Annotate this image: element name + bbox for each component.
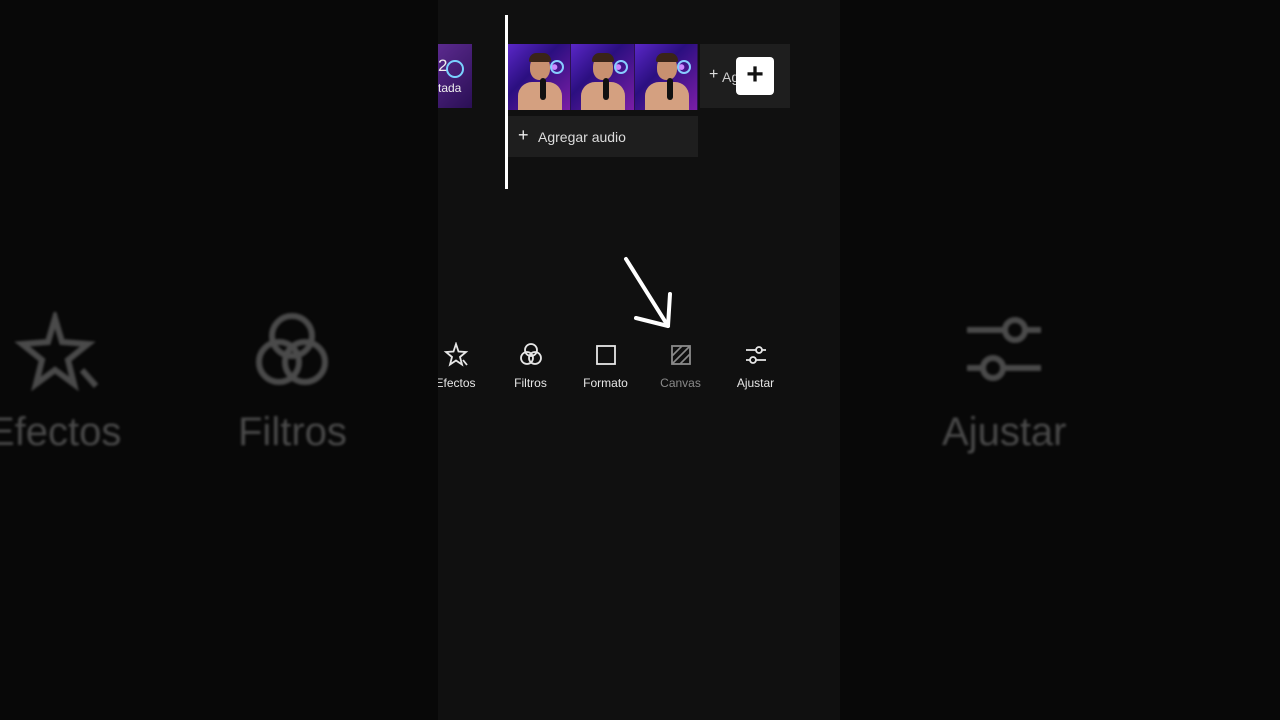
video-frame (508, 44, 572, 110)
add-clip-button[interactable]: + (736, 57, 774, 95)
bg-effects-label: Efectos (0, 410, 122, 454)
circles-icon (519, 343, 542, 365)
bg-filters-label: Filtros (238, 410, 347, 454)
previous-clip-thumbnail[interactable]: 2 tada (438, 44, 472, 108)
video-clip-track[interactable] (508, 44, 698, 110)
tool-effects-label: Efectos (438, 376, 476, 390)
tool-effects[interactable]: Efectos (438, 342, 493, 390)
bg-effects-item: Efectos (0, 312, 121, 455)
star-icon (443, 342, 468, 367)
sliders-icon (745, 346, 766, 364)
tool-adjust-label: Ajustar (736, 376, 775, 390)
tool-filters-label: Filtros (514, 376, 547, 390)
bg-adjust-label: Ajustar (942, 410, 1067, 454)
tool-adjust[interactable]: Ajustar (718, 342, 793, 390)
add-audio-label: Agregar audio (538, 129, 626, 145)
bg-adjust-item: Ajustar (942, 312, 1067, 455)
bg-filters-item: Filtros (238, 312, 347, 455)
background-right-panel: Ajustar (840, 0, 1280, 720)
sliders-icon (967, 317, 1042, 381)
tool-format-label: Formato (583, 376, 628, 390)
tool-filters[interactable]: Filtros (493, 342, 568, 390)
bottom-toolbar: Efectos Filtros Formato Canvas Ajustar (438, 342, 838, 390)
hatched-square-icon (670, 345, 691, 365)
add-audio-button[interactable]: + Agregar audio (508, 116, 698, 157)
tool-canvas-label: Canvas (660, 376, 701, 390)
plus-icon: + (746, 58, 764, 91)
clip-badge-icon (446, 60, 464, 78)
tool-canvas[interactable]: Canvas (643, 342, 718, 390)
background-left-panel: Efectos Filtros (0, 0, 438, 720)
plus-icon: + (518, 125, 529, 145)
playhead[interactable] (505, 15, 508, 189)
plus-icon: + (709, 66, 719, 83)
star-icon (13, 312, 98, 392)
pointer-arrow-icon (624, 257, 672, 328)
video-frame (571, 44, 635, 110)
tool-format[interactable]: Formato (568, 342, 643, 390)
previous-clip-label: tada (438, 81, 462, 95)
square-icon (595, 345, 616, 365)
video-frame (634, 44, 698, 110)
circles-icon (256, 313, 329, 385)
editor-screen: 2 tada + Agregar + + Agregar audio (438, 0, 840, 720)
